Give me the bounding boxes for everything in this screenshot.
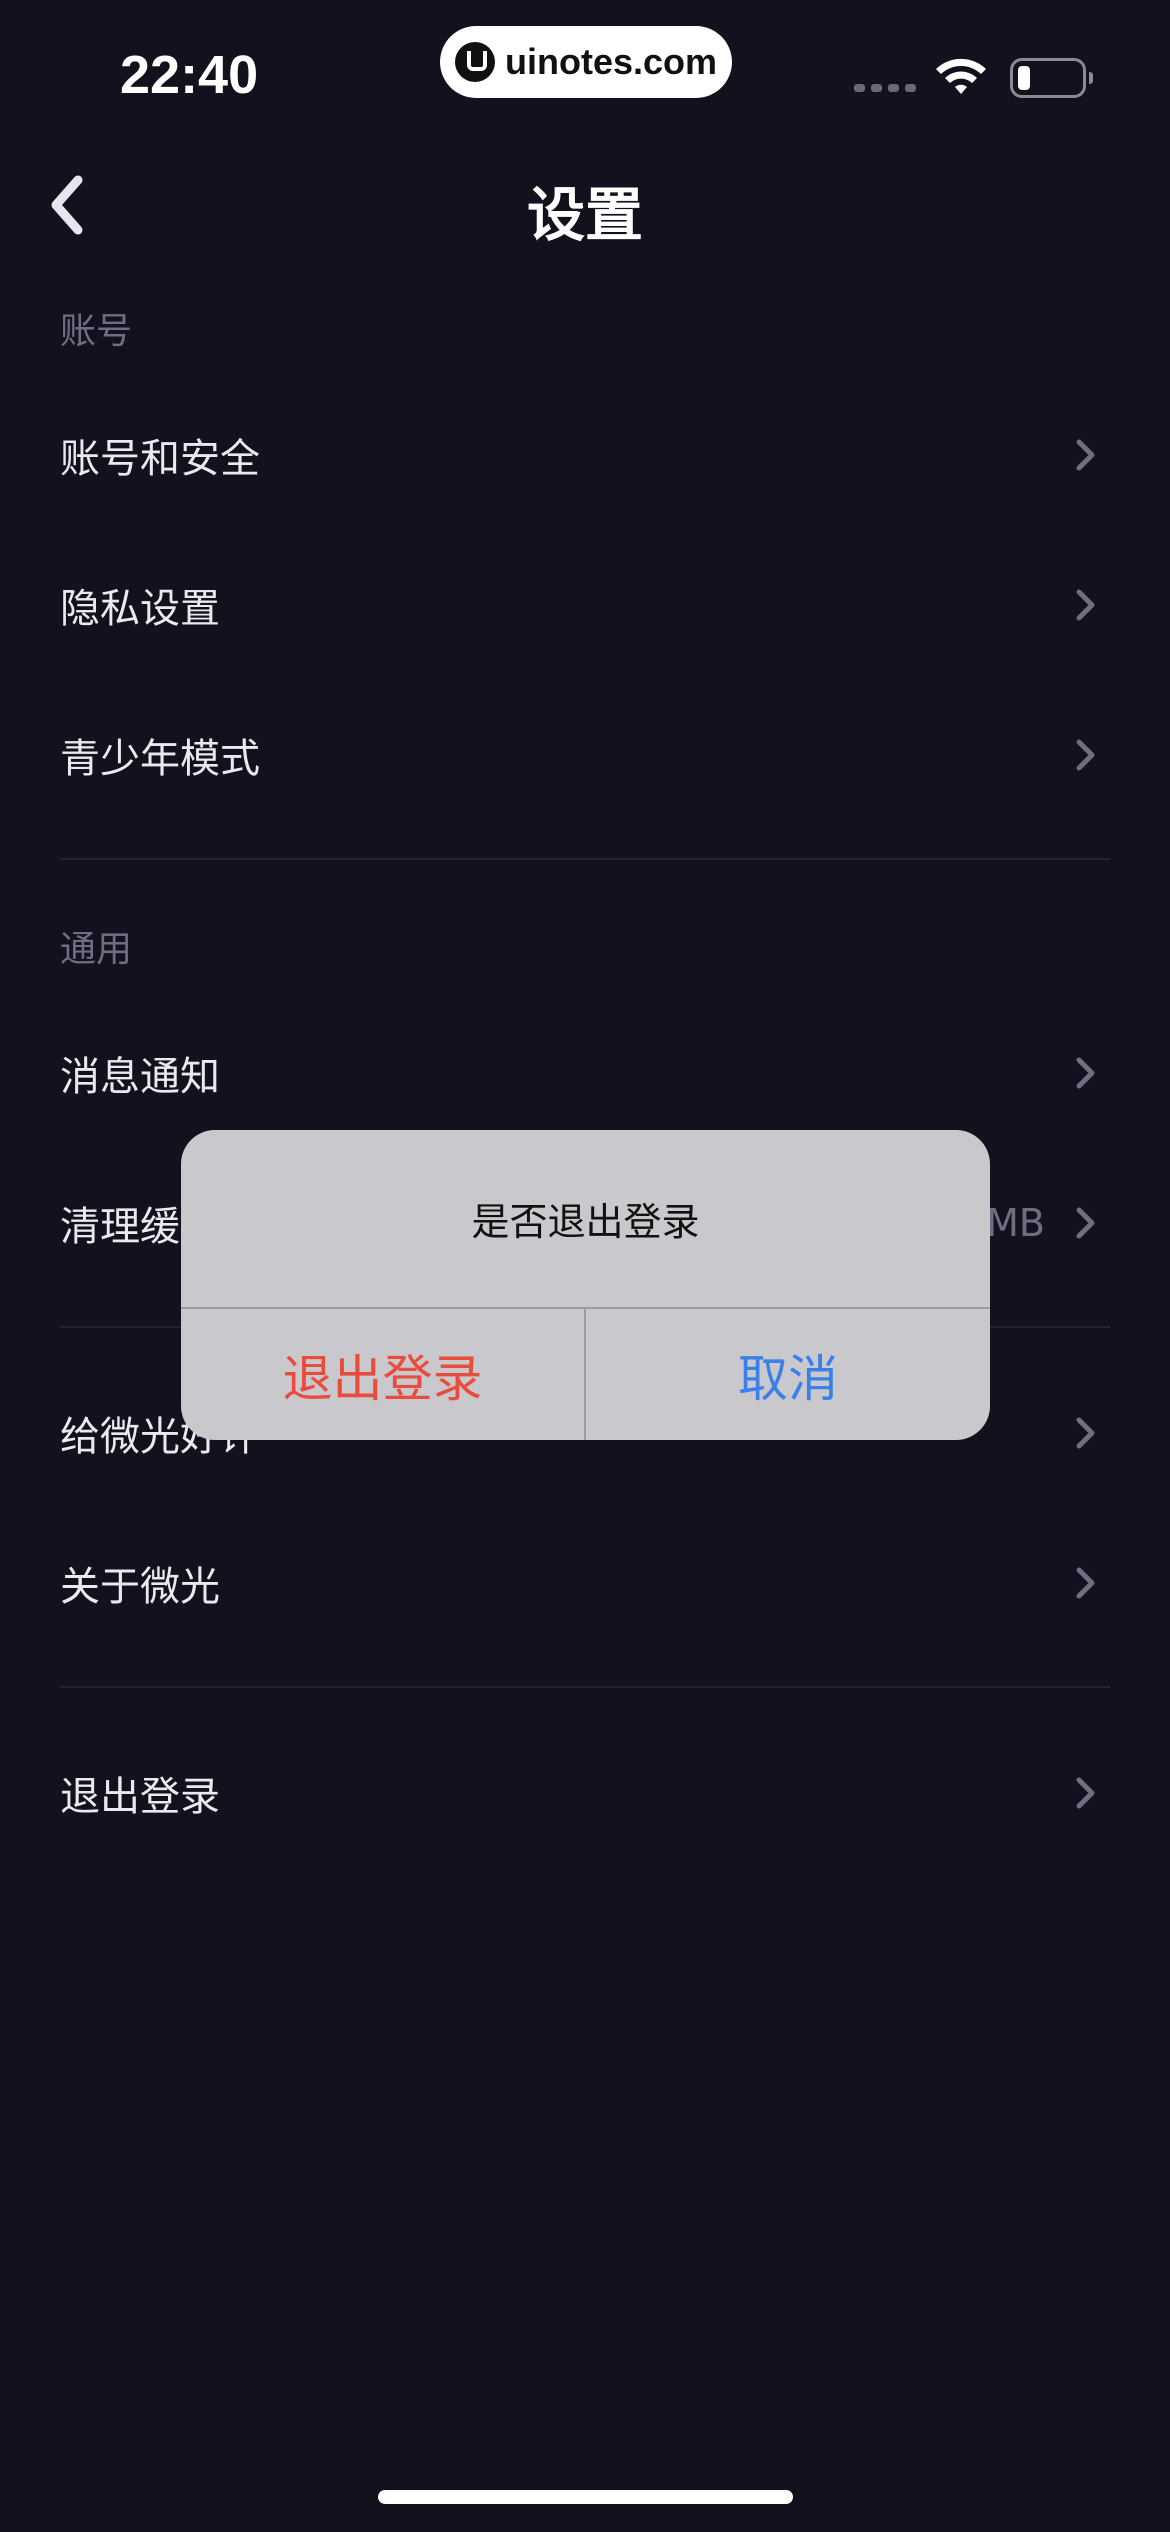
status-bar: 22:40 uinotes.com xyxy=(0,0,1170,130)
logout-confirm-dialog: 是否退出登录 退出登录 取消 xyxy=(181,1130,990,1440)
battery-icon xyxy=(1010,58,1093,98)
settings-item-notifications[interactable]: 消息通知 xyxy=(60,998,1110,1148)
settings-item-label: 隐私设置 xyxy=(60,586,220,632)
confirm-logout-button[interactable]: 退出登录 xyxy=(181,1309,584,1440)
page-title: 设置 xyxy=(526,181,643,249)
settings-item-about[interactable]: 关于微光 xyxy=(60,1508,1110,1658)
status-time: 22:40 xyxy=(120,45,259,105)
settings-item-logout[interactable]: 退出登录 xyxy=(60,1718,1110,1868)
settings-item-privacy[interactable]: 隐私设置 xyxy=(60,530,1110,680)
home-indicator[interactable] xyxy=(378,2490,793,2504)
settings-item-label: 账号和安全 xyxy=(60,436,260,482)
watermark-badge: uinotes.com xyxy=(440,26,732,98)
wifi-icon xyxy=(936,58,986,94)
section-header-account: 账号 xyxy=(60,311,133,352)
settings-item-label: 退出登录 xyxy=(60,1774,220,1820)
cache-size-value: MB xyxy=(986,1201,1045,1245)
settings-item-label: 消息通知 xyxy=(60,1054,220,1100)
cancel-button[interactable]: 取消 xyxy=(586,1309,990,1440)
chevron-right-icon xyxy=(1076,739,1095,771)
section-divider xyxy=(60,858,1110,860)
settings-item-teen-mode[interactable]: 青少年模式 xyxy=(60,680,1110,830)
chevron-right-icon xyxy=(1076,439,1095,471)
settings-item-label: 清理缓 xyxy=(60,1204,180,1250)
chevron-right-icon xyxy=(1076,1777,1095,1809)
chevron-right-icon xyxy=(1076,1567,1095,1599)
signal-icon xyxy=(854,84,916,92)
section-header-general: 通用 xyxy=(60,929,133,970)
settings-item-label: 关于微光 xyxy=(60,1564,220,1610)
settings-item-label: 青少年模式 xyxy=(60,736,260,782)
chevron-right-icon xyxy=(1076,1057,1095,1089)
chevron-right-icon xyxy=(1076,1417,1095,1449)
settings-item-account-security[interactable]: 账号和安全 xyxy=(60,380,1110,530)
nav-bar: 设置 xyxy=(0,150,1170,260)
chevron-right-icon xyxy=(1076,1207,1095,1239)
watermark-text: uinotes.com xyxy=(504,41,718,82)
chevron-right-icon xyxy=(1076,589,1095,621)
section-divider xyxy=(60,1686,1110,1688)
dialog-message: 是否退出登录 xyxy=(471,1200,700,1244)
watermark-logo-icon xyxy=(454,42,495,82)
